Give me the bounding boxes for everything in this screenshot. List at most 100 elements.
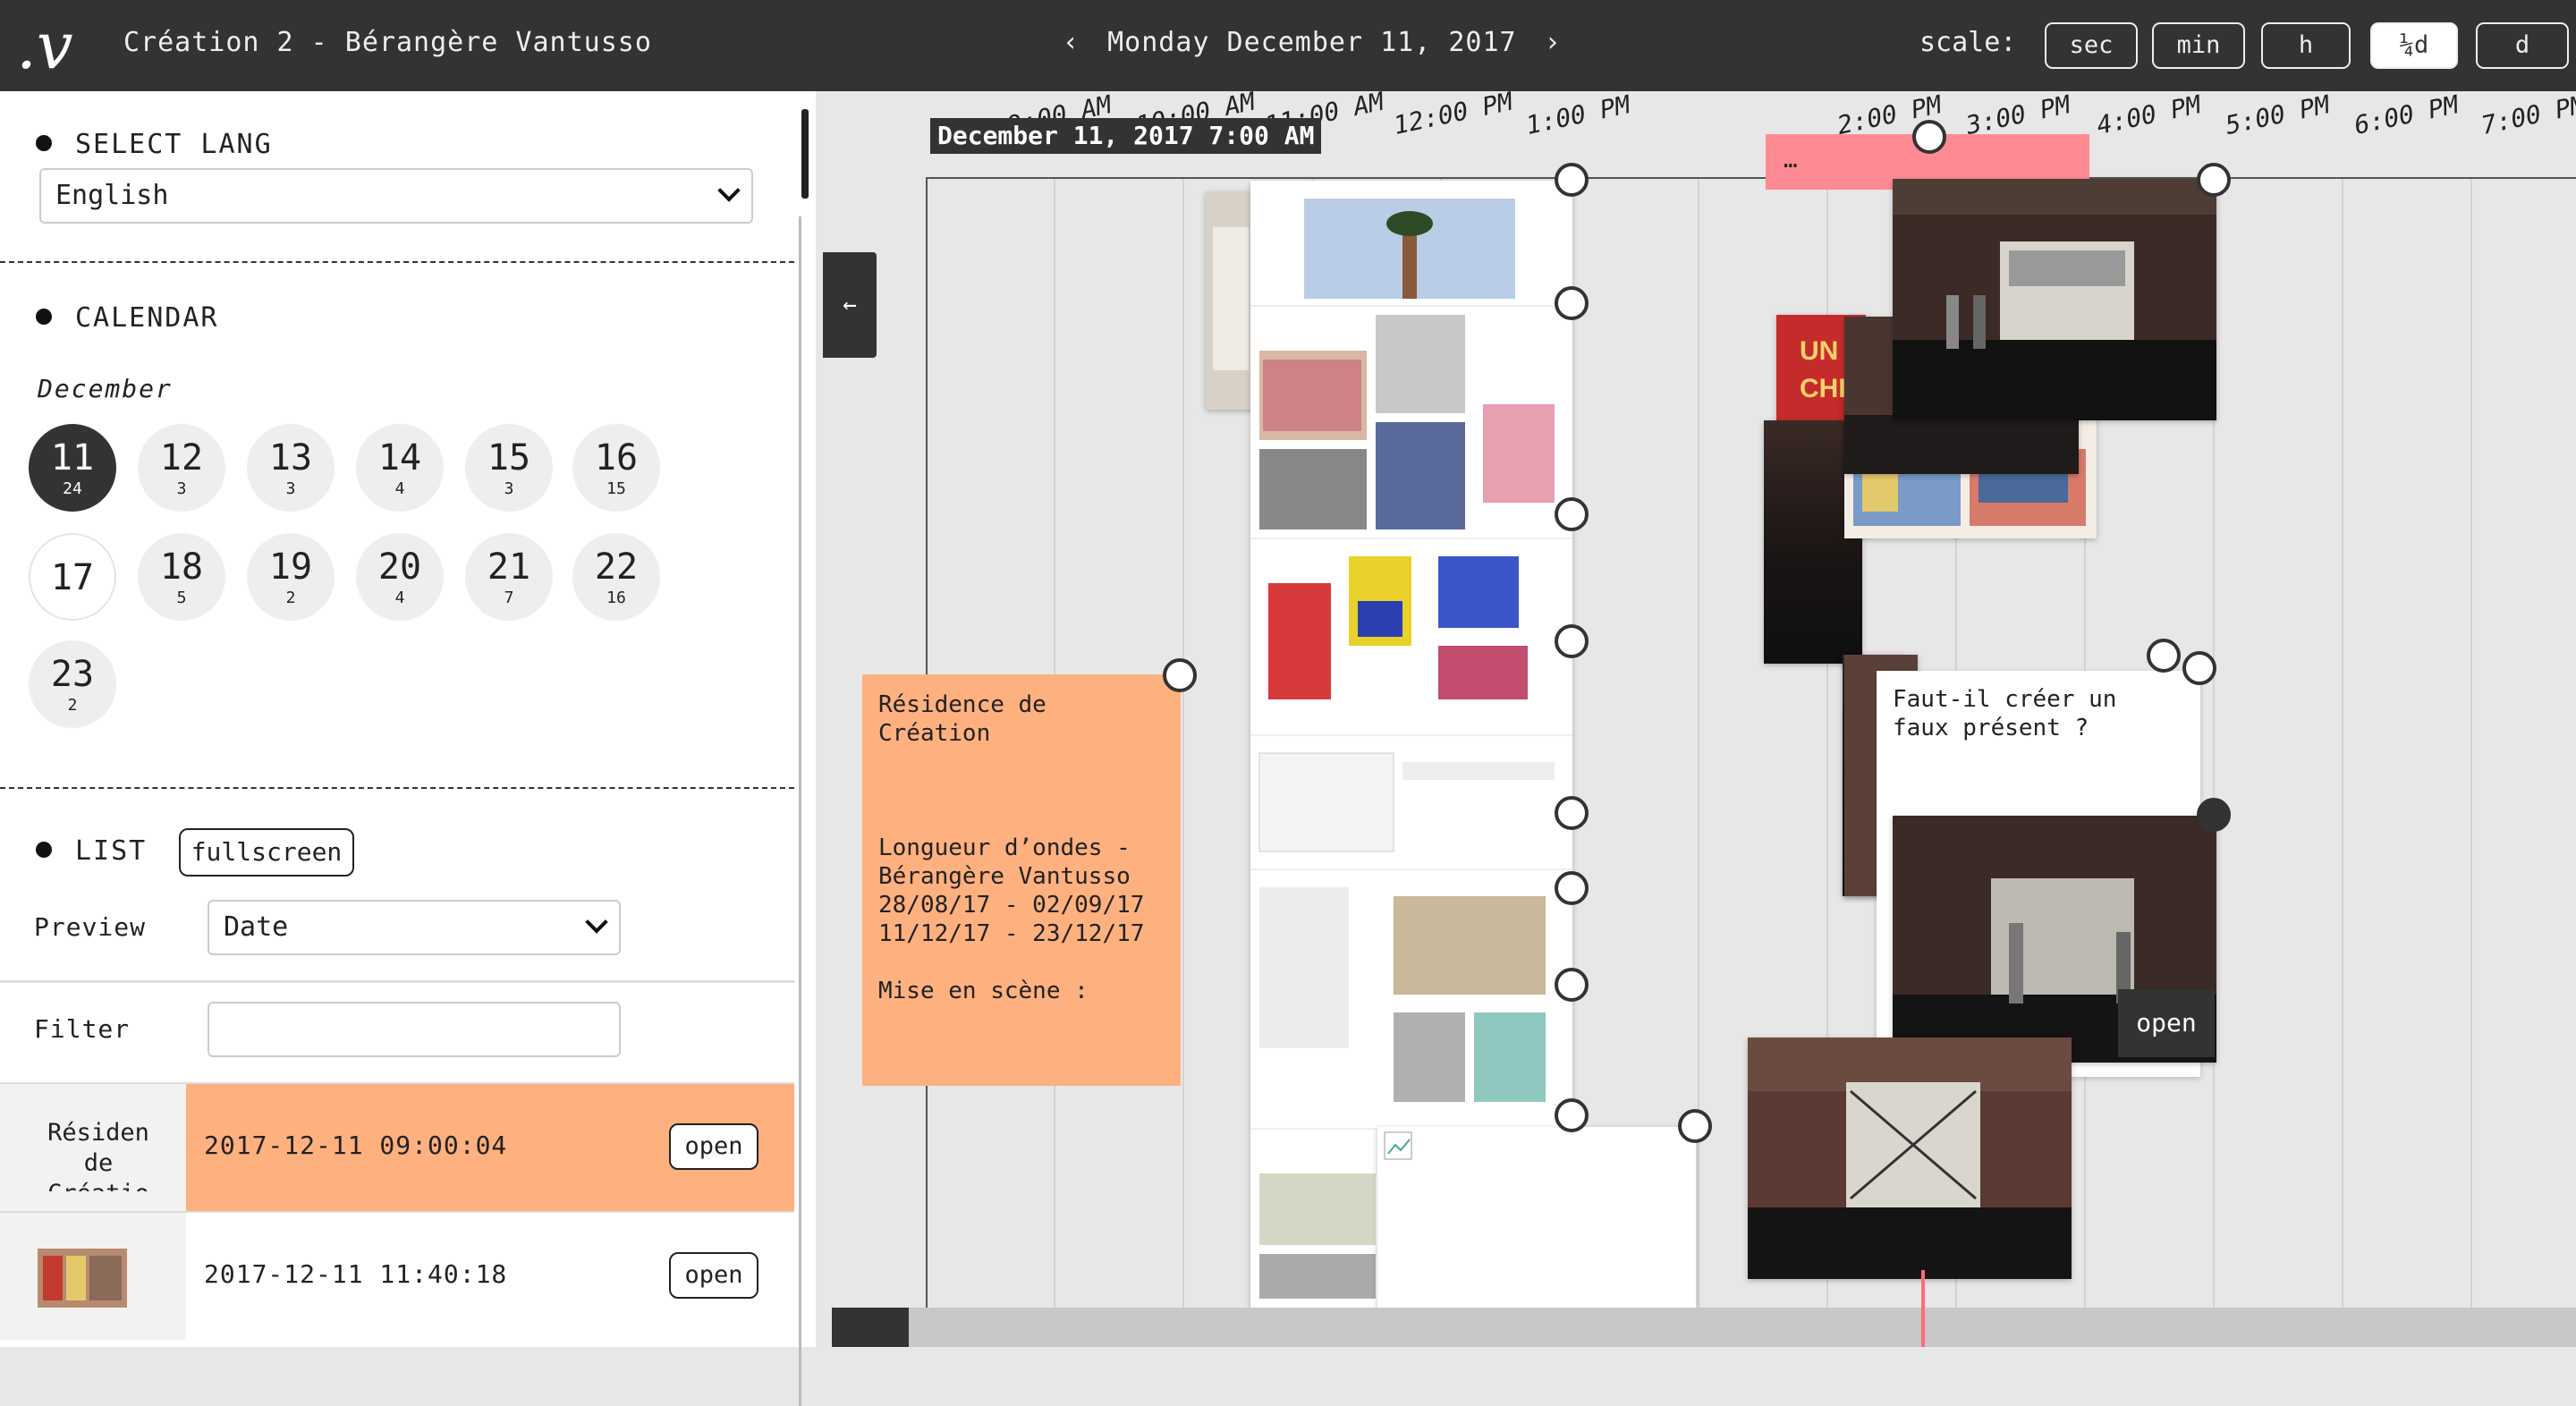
hour-gridline — [2342, 179, 2343, 1347]
app-logo[interactable]: .v — [16, 5, 73, 86]
day-number: 20 — [377, 546, 422, 588]
month-label: December — [38, 374, 173, 403]
divider — [0, 980, 794, 983]
scale-day-button[interactable]: d — [2476, 22, 2569, 69]
drag-handle[interactable] — [1555, 286, 1589, 320]
calendar-day-11[interactable]: 11 24 — [29, 424, 116, 512]
drag-handle[interactable] — [1555, 497, 1589, 531]
calendar-day-17[interactable]: 17 — [29, 533, 116, 621]
time-tick: 3:00 PM — [1963, 91, 2073, 140]
collapse-arrow-icon[interactable]: ← — [823, 252, 877, 358]
drag-handle[interactable] — [1555, 968, 1589, 1002]
day-count: 15 — [606, 479, 626, 498]
photo-card[interactable] — [1206, 191, 1256, 410]
sidebar: SELECT LANG English CALENDAR December 11… — [0, 91, 816, 1406]
day-number: 15 — [487, 437, 531, 479]
calendar-day-15[interactable]: 15 3 — [465, 424, 553, 512]
calendar-day-20[interactable]: 20 4 — [356, 533, 444, 621]
drag-handle[interactable] — [1678, 1109, 1712, 1143]
language-select[interactable]: English — [39, 168, 753, 224]
timeline-scroll-thumb[interactable] — [832, 1308, 909, 1347]
day-count: 4 — [394, 479, 405, 498]
select-lang-heading-text: SELECT LANG — [75, 129, 273, 160]
drag-handle[interactable] — [1555, 871, 1589, 905]
gallery-photo-image — [1206, 191, 1256, 410]
list-item[interactable]: Résiden de Créatio 2017-12-11 09:00:04 o… — [0, 1084, 794, 1211]
preview-select[interactable]: Date — [208, 900, 621, 955]
calendar-day-18[interactable]: 18 5 — [138, 533, 225, 621]
fullscreen-button[interactable]: fullscreen — [179, 828, 354, 877]
next-day-icon[interactable]: › — [1534, 27, 1572, 58]
preview-select-value: Date — [224, 911, 289, 943]
list-item-date: 2017-12-11 09:00:04 — [204, 1131, 508, 1160]
list-heading: LIST — [36, 835, 147, 867]
calendar-day-13[interactable]: 13 3 — [247, 424, 335, 512]
calendar-day-16[interactable]: 16 15 — [572, 424, 660, 512]
sidebar-scroll-track[interactable] — [799, 216, 801, 1406]
preview-label: Preview — [34, 912, 147, 942]
day-number: 22 — [594, 546, 639, 588]
scale-sec-button[interactable]: sec — [2045, 22, 2138, 69]
hour-gridline — [1182, 179, 1184, 1347]
drag-handle[interactable] — [1912, 120, 1946, 154]
day-count: 24 — [63, 479, 82, 498]
day-number: 13 — [268, 437, 313, 479]
day-number: 19 — [268, 546, 313, 588]
filter-input[interactable] — [208, 1002, 621, 1057]
scale-hour-button[interactable]: h — [2261, 22, 2351, 69]
day-number: 12 — [159, 437, 204, 479]
open-button[interactable]: open — [2118, 989, 2215, 1057]
calendar-day-23[interactable]: 23 2 — [29, 640, 116, 728]
calendar-heading: CALENDAR — [36, 302, 219, 334]
calendar-day-21[interactable]: 21 7 — [465, 533, 553, 621]
calendar-day-12[interactable]: 12 3 — [138, 424, 225, 512]
top-bar: .v Création 2 - Bérangère Vantusso ‹ Mon… — [0, 0, 2576, 91]
day-count: 3 — [285, 479, 296, 498]
filter-label: Filter — [34, 1014, 131, 1044]
project-title: Création 2 - Bérangère Vantusso — [123, 27, 652, 58]
date-navigator: ‹ Monday December 11, 2017 › — [1052, 27, 1572, 58]
calendar-day-14[interactable]: 14 4 — [356, 424, 444, 512]
time-tick: 7:00 PM — [2479, 91, 2576, 140]
drag-handle[interactable] — [1163, 658, 1197, 692]
time-tick: 4:00 PM — [2094, 91, 2204, 140]
broken-image-card[interactable] — [1377, 1127, 1696, 1308]
day-count: 2 — [67, 696, 78, 715]
drag-handle[interactable] — [1555, 796, 1589, 830]
photo-card[interactable] — [1893, 179, 2216, 420]
prev-day-icon[interactable]: ‹ — [1052, 27, 1090, 58]
select-lang-heading: SELECT LANG — [36, 129, 273, 160]
scale-quarter-day-button[interactable]: ¼d — [2370, 22, 2458, 69]
scale-min-button[interactable]: min — [2152, 22, 2245, 69]
sidebar-scrollbar[interactable] — [801, 109, 809, 199]
drag-handle[interactable] — [2197, 163, 2231, 197]
drag-handle[interactable] — [1555, 624, 1589, 658]
day-number: 23 — [50, 654, 95, 695]
language-select-value: English — [55, 180, 169, 211]
hour-gridline — [2470, 179, 2472, 1347]
drag-handle[interactable] — [2197, 798, 2231, 832]
hour-gridline — [1698, 179, 1699, 1347]
time-tick: 5:00 PM — [2223, 91, 2333, 140]
chevron-down-icon — [717, 179, 741, 202]
drag-handle[interactable] — [1555, 163, 1589, 197]
open-button[interactable]: open — [669, 1252, 758, 1299]
residence-note[interactable]: Résidence de Création Longueur d’ondes -… — [862, 674, 1181, 1086]
drag-handle[interactable] — [2147, 639, 2181, 673]
calendar-day-22[interactable]: 22 16 — [572, 533, 660, 621]
open-button[interactable]: open — [669, 1123, 758, 1170]
list-item[interactable]: 2017-12-11 11:40:18 open — [0, 1213, 794, 1340]
drag-handle[interactable] — [2182, 651, 2216, 685]
timeline-scrollbar[interactable] — [832, 1308, 2576, 1347]
drag-handle[interactable] — [1555, 1098, 1589, 1132]
day-count: 16 — [606, 589, 626, 607]
list-heading-text: LIST — [75, 835, 148, 867]
calendar-day-19[interactable]: 19 2 — [247, 533, 335, 621]
list-item-date: 2017-12-11 11:40:18 — [204, 1259, 508, 1289]
divider — [0, 261, 794, 263]
cursor-time-label: December 11, 2017 7:00 AM — [930, 118, 1322, 154]
photo-card[interactable] — [1748, 1038, 2072, 1279]
timeline-canvas[interactable]: 9:00 AM 10:00 AM 11:00 AM 12:00 PM 1:00 … — [823, 91, 2576, 1347]
day-count: 5 — [176, 589, 187, 607]
day-number: 11 — [50, 437, 95, 479]
